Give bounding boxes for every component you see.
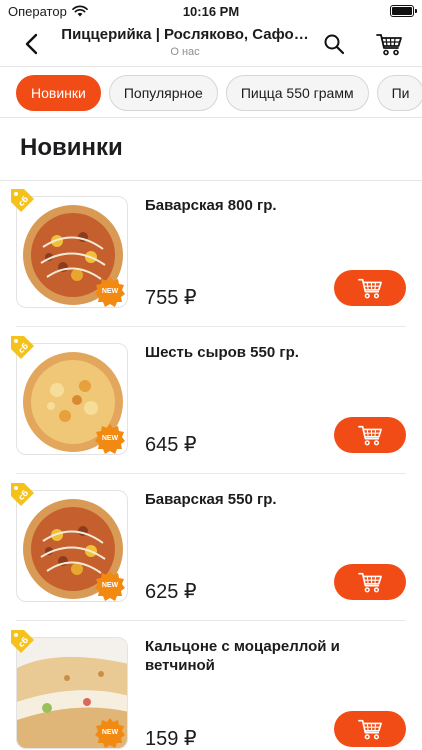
search-button[interactable] bbox=[318, 28, 350, 60]
cart-icon bbox=[358, 278, 382, 299]
page-title: Пиццерийка | Росляково, Сафо… bbox=[61, 26, 309, 43]
header-titles[interactable]: Пиццерийка | Росляково, Сафо… О нас bbox=[60, 26, 310, 58]
new-badge: NEW bbox=[94, 423, 126, 455]
wifi-icon bbox=[71, 5, 88, 17]
product-name: Кальцоне с моцареллой и ветчиной bbox=[145, 638, 340, 674]
category-chip-new[interactable]: Новинки bbox=[16, 75, 101, 111]
category-tabs: Новинки Популярное Пицца 550 грамм Пи bbox=[0, 66, 422, 118]
nav-header: Пиццерийка | Росляково, Сафо… О нас bbox=[0, 22, 422, 66]
add-to-cart-button[interactable] bbox=[334, 417, 406, 453]
status-left: Оператор bbox=[8, 4, 88, 19]
new-badge-label: NEW bbox=[101, 435, 119, 442]
add-to-cart-button[interactable] bbox=[334, 270, 406, 306]
sale-tag-icon: сб bbox=[11, 483, 34, 506]
cart-icon bbox=[358, 572, 382, 593]
new-badge-label: NEW bbox=[101, 729, 119, 736]
new-badge: NEW bbox=[94, 276, 126, 308]
sale-tag-icon: сб bbox=[11, 189, 34, 212]
product-card[interactable]: сб NEW Баварская 550 гр. 625 ₽ bbox=[0, 474, 422, 621]
product-price: 159 ₽ bbox=[145, 728, 197, 750]
battery-level bbox=[392, 7, 412, 15]
add-to-cart-button[interactable] bbox=[334, 564, 406, 600]
product-name: Баварская 800 гр. bbox=[145, 197, 277, 214]
status-time: 10:16 PM bbox=[182, 3, 240, 19]
about-link[interactable]: О нас bbox=[60, 46, 310, 58]
sale-tag-icon: сб bbox=[11, 336, 34, 359]
category-chip-pizza-550[interactable]: Пицца 550 грамм bbox=[225, 75, 369, 111]
product-price: 755 ₽ bbox=[145, 287, 197, 309]
product-price: 625 ₽ bbox=[145, 581, 197, 603]
status-bar: Оператор 10:16 PM bbox=[0, 0, 422, 22]
cart-button[interactable] bbox=[372, 28, 406, 60]
new-badge: NEW bbox=[94, 717, 126, 749]
product-name: Баварская 550 гр. bbox=[145, 491, 277, 508]
sale-tag-icon: сб bbox=[11, 630, 34, 653]
new-badge: NEW bbox=[94, 570, 126, 602]
category-chip-more[interactable]: Пи bbox=[376, 75, 422, 111]
new-badge-label: NEW bbox=[101, 582, 119, 589]
cart-icon bbox=[358, 425, 382, 446]
chevron-left-icon bbox=[25, 33, 38, 55]
product-card[interactable]: сб NEW Баварская 800 гр. 755 ₽ bbox=[0, 180, 422, 327]
battery-icon bbox=[390, 5, 417, 17]
product-card[interactable]: сб NEW Кальцоне с моцареллой и ветчиной … bbox=[0, 621, 422, 750]
product-price: 645 ₽ bbox=[145, 434, 197, 456]
back-button[interactable] bbox=[18, 30, 46, 58]
product-name: Шесть сыров 550 гр. bbox=[145, 344, 299, 361]
category-chip-popular[interactable]: Популярное bbox=[108, 75, 218, 111]
section-title: Новинки bbox=[20, 134, 123, 161]
carrier-label: Оператор bbox=[8, 3, 67, 19]
new-badge-label: NEW bbox=[101, 288, 119, 295]
cart-icon bbox=[358, 719, 382, 740]
cart-icon bbox=[376, 34, 402, 56]
product-card[interactable]: сб NEW Шесть сыров 550 гр. 645 ₽ bbox=[0, 327, 422, 474]
add-to-cart-button[interactable] bbox=[334, 711, 406, 747]
search-icon bbox=[324, 34, 345, 55]
